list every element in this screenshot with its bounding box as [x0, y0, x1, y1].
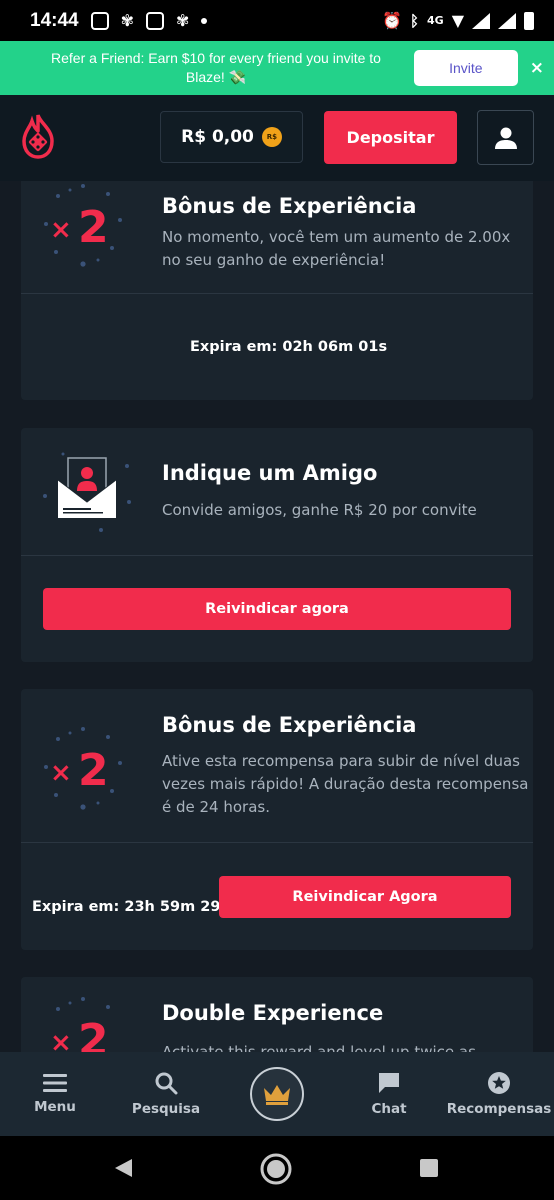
svg-text:2: 2 — [78, 1015, 109, 1052]
close-icon[interactable]: × — [530, 58, 544, 78]
reward-card: × 2 Bônus de Experiência Ative esta reco… — [21, 689, 533, 950]
app-notification-icon: ✾ — [176, 11, 190, 30]
chat-icon — [379, 1073, 399, 1093]
svg-text:×: × — [50, 215, 72, 245]
card-title: Bônus de Experiência — [162, 194, 417, 218]
wifi-icon: ▼ — [451, 11, 464, 30]
divider — [21, 842, 533, 843]
back-icon[interactable] — [112, 1157, 134, 1179]
blaze-logo-icon[interactable] — [20, 113, 56, 159]
signal-icon — [472, 12, 490, 29]
svg-text:×: × — [50, 758, 72, 788]
bluetooth-icon: ᛒ — [409, 11, 419, 30]
reward-card: × 2 Double Experience Activate this rewa… — [21, 977, 533, 1052]
claim-button[interactable]: Reivindicar Agora — [219, 876, 511, 918]
invite-button[interactable]: Invite — [413, 50, 518, 86]
search-icon — [155, 1072, 178, 1095]
reward-card: × 2 Bônus de Experiência No momento, voc… — [21, 181, 533, 400]
invite-envelope-icon — [43, 452, 131, 532]
nav-chat[interactable]: Chat — [354, 1052, 424, 1136]
x2-multiplier-icon: × 2 — [44, 184, 122, 267]
card-title: Indique um Amigo — [162, 461, 378, 485]
more-notifications-icon — [201, 17, 208, 24]
home-icon[interactable] — [259, 1152, 293, 1186]
status-bar: 14:44 ✾ ✾ ⏰ ᛒ 4G ▼ — [0, 0, 554, 41]
card-description: Ative esta recompensa para subir de níve… — [162, 752, 529, 816]
profile-button[interactable] — [477, 110, 534, 165]
nav-label: Recompensas — [446, 1101, 552, 1117]
crown-icon — [264, 1085, 290, 1105]
svg-text:2: 2 — [78, 745, 109, 796]
divider — [21, 293, 533, 294]
card-description: Activate this reward and level up twice … — [162, 1043, 476, 1052]
svg-text:2: 2 — [78, 202, 109, 253]
x2-multiplier-icon: × 2 — [44, 727, 122, 810]
expiration-timer: Expira em: 02h 06m 01s — [190, 339, 388, 355]
menu-icon — [43, 1074, 67, 1092]
star-icon — [488, 1072, 510, 1094]
svg-text:×: × — [50, 1028, 72, 1052]
instagram-icon — [90, 11, 109, 30]
app-notification-icon: ✾ — [120, 11, 135, 30]
deposit-button[interactable]: Depositar — [324, 111, 457, 164]
card-description: No momento, você tem um aumento de 2.00x… — [162, 228, 511, 269]
status-time: 14:44 — [30, 9, 79, 31]
card-description: Convide amigos, ganhe R$ 20 por convite — [162, 501, 477, 519]
battery-icon — [524, 11, 534, 30]
balance-display[interactable]: R$ 0,00 R$ — [160, 111, 303, 163]
app-header: R$ 0,00 R$ Depositar — [0, 95, 554, 181]
rewards-list[interactable]: × 2 Bônus de Experiência No momento, voc… — [0, 181, 554, 1052]
nav-label: Menu — [34, 1099, 76, 1115]
balance-amount: R$ 0,00 — [181, 127, 254, 147]
nav-label: Pesquisa — [131, 1101, 201, 1117]
network-label: 4G — [427, 14, 444, 27]
nav-home-crown[interactable] — [250, 1067, 304, 1121]
referral-banner: Refer a Friend: Earn $10 for every frien… — [0, 41, 554, 95]
recents-icon[interactable] — [419, 1158, 439, 1178]
nav-label: Chat — [371, 1101, 407, 1117]
coin-icon: R$ — [261, 127, 282, 147]
nav-rewards[interactable]: Recompensas — [446, 1052, 552, 1136]
expiration-timer: Expira em: 23h 59m 29s — [32, 899, 230, 915]
nav-search[interactable]: Pesquisa — [126, 1052, 206, 1136]
reward-card: Indique um Amigo Convide amigos, ganhe R… — [21, 428, 533, 662]
system-navigation-bar — [0, 1136, 554, 1200]
user-icon — [494, 127, 517, 149]
divider — [21, 555, 533, 556]
message-icon — [146, 11, 165, 30]
card-title: Bônus de Experiência — [162, 713, 417, 737]
x2-multiplier-icon: × 2 — [50, 997, 110, 1052]
bottom-navigation: Menu Pesquisa Chat Recompensas — [0, 1052, 554, 1136]
banner-text: Refer a Friend: Earn $10 for every frien… — [51, 50, 381, 85]
signal-icon — [498, 12, 516, 29]
alarm-icon: ⏰ — [382, 11, 402, 30]
claim-button[interactable]: Reivindicar agora — [43, 588, 511, 630]
nav-menu[interactable]: Menu — [20, 1052, 90, 1136]
card-title: Double Experience — [162, 1001, 384, 1025]
